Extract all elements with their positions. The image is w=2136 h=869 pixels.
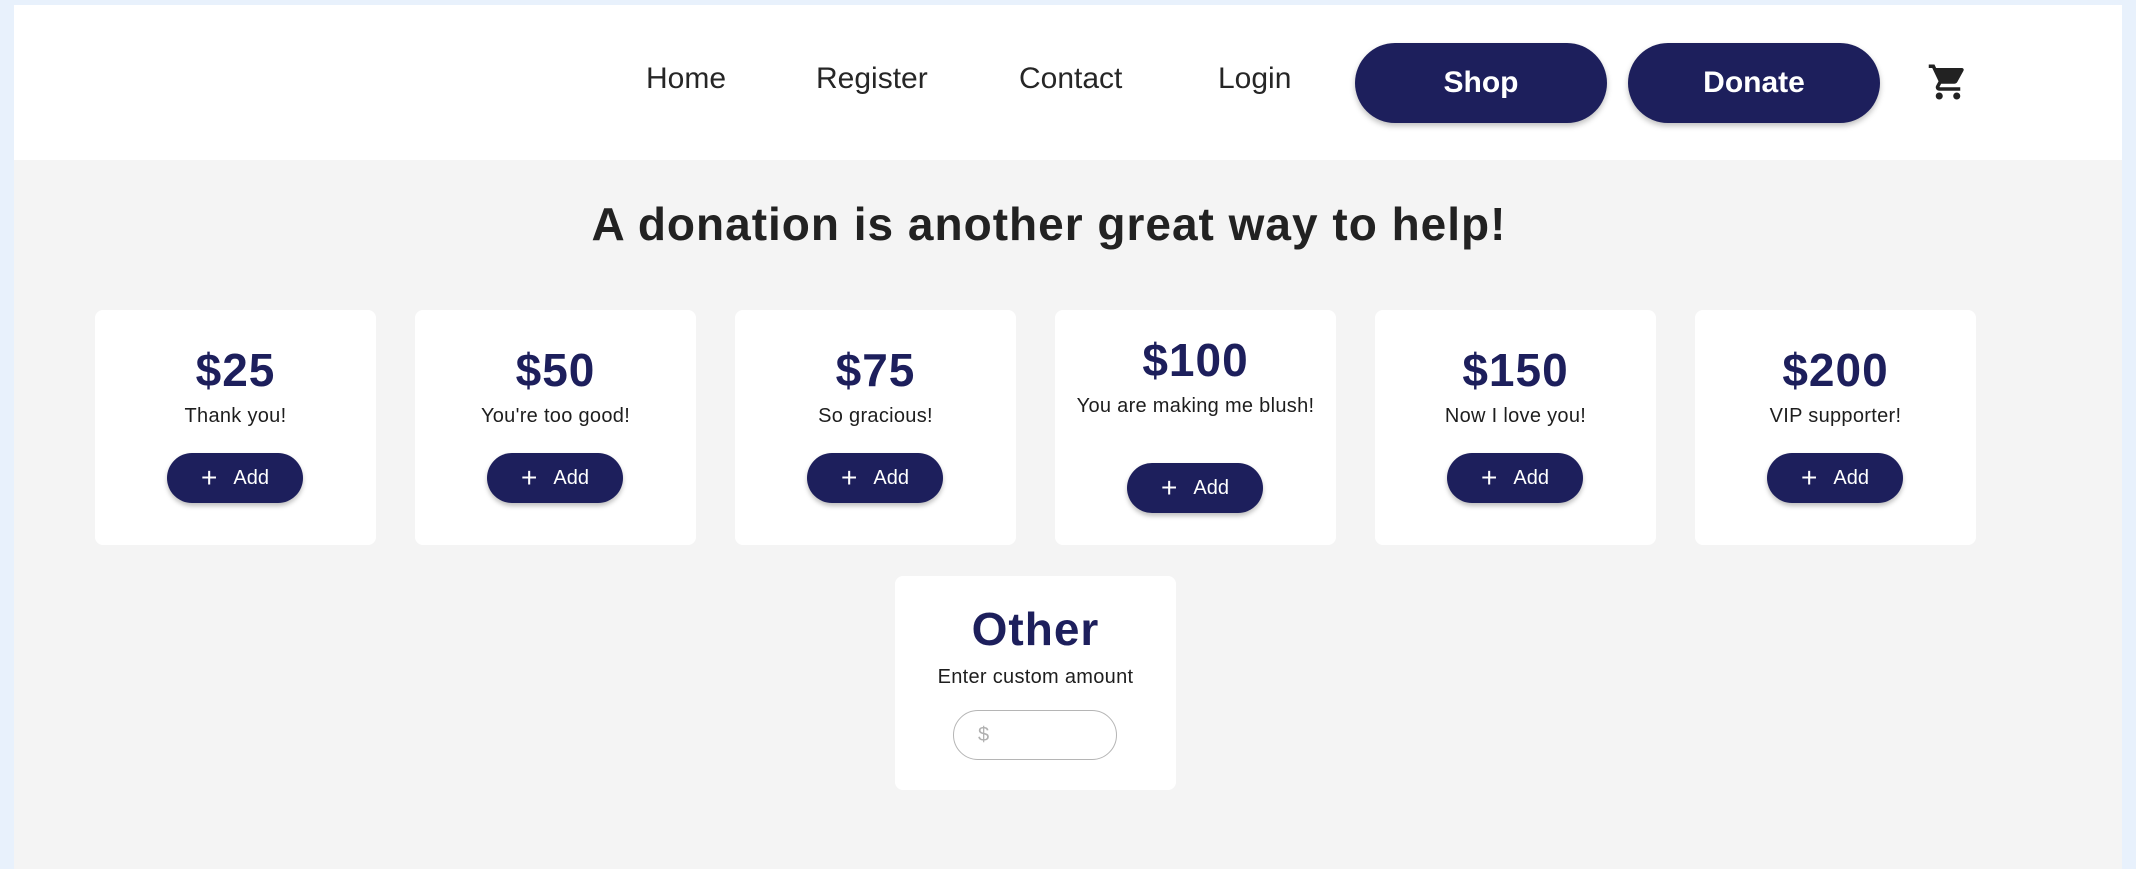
nav-link-home[interactable]: Home (646, 61, 726, 97)
donation-amount: $75 (835, 344, 916, 396)
donation-card-200: $200 VIP supporter! + Add (1695, 310, 1976, 545)
donation-amount: $100 (1142, 334, 1249, 386)
add-label: Add (873, 466, 909, 489)
nav-link-contact[interactable]: Contact (1019, 61, 1122, 97)
nav-link-register[interactable]: Register (816, 61, 928, 97)
donation-subtitle: You are making me blush! (1076, 395, 1315, 417)
add-button[interactable]: + Add (167, 453, 303, 503)
donation-amount: $150 (1462, 344, 1569, 396)
plus-icon: + (841, 462, 858, 493)
plus-icon: + (1801, 462, 1818, 493)
donation-card-100: $100 You are making me blush! + Add (1055, 310, 1336, 545)
add-button[interactable]: + Add (1127, 463, 1263, 513)
plus-icon: + (1161, 472, 1178, 503)
cart-icon[interactable] (1927, 61, 1969, 103)
page-frame: Home Register Contact Login Shop Donate … (14, 5, 2122, 869)
donation-card-25: $25 Thank you! + Add (95, 310, 376, 545)
donation-amount: $200 (1782, 344, 1889, 396)
other-subtitle: Enter custom amount (937, 666, 1134, 688)
add-button[interactable]: + Add (1767, 453, 1903, 503)
donation-subtitle: Thank you! (184, 405, 287, 427)
donation-subtitle: You're too good! (480, 405, 631, 427)
add-label: Add (1833, 466, 1869, 489)
donation-card-50: $50 You're too good! + Add (415, 310, 696, 545)
donation-amount: $50 (515, 344, 596, 396)
nav-link-login[interactable]: Login (1218, 61, 1291, 97)
shop-button[interactable]: Shop (1355, 43, 1607, 123)
add-button[interactable]: + Add (1447, 453, 1583, 503)
plus-icon: + (201, 462, 218, 493)
donation-card-75: $75 So gracious! + Add (735, 310, 1016, 545)
donation-subtitle: Now I love you! (1444, 405, 1587, 427)
plus-icon: + (521, 462, 538, 493)
custom-amount-field (953, 710, 1117, 760)
add-button[interactable]: + Add (487, 453, 623, 503)
add-label: Add (553, 466, 589, 489)
donation-card-other: Other Enter custom amount (895, 576, 1176, 790)
add-label: Add (233, 466, 269, 489)
custom-amount-input[interactable] (976, 722, 1110, 748)
donate-button[interactable]: Donate (1628, 43, 1880, 123)
add-label: Add (1513, 466, 1549, 489)
donation-amount: $25 (195, 344, 276, 396)
donation-card-150: $150 Now I love you! + Add (1375, 310, 1656, 545)
top-navbar: Home Register Contact Login Shop Donate (14, 5, 2122, 160)
add-button[interactable]: + Add (807, 453, 943, 503)
other-title: Other (971, 603, 1100, 655)
page-headline: A donation is another great way to help! (591, 198, 1507, 250)
donation-subtitle: VIP supporter! (1769, 405, 1902, 427)
plus-icon: + (1481, 462, 1498, 493)
add-label: Add (1193, 476, 1229, 499)
donation-subtitle: So gracious! (818, 405, 933, 427)
